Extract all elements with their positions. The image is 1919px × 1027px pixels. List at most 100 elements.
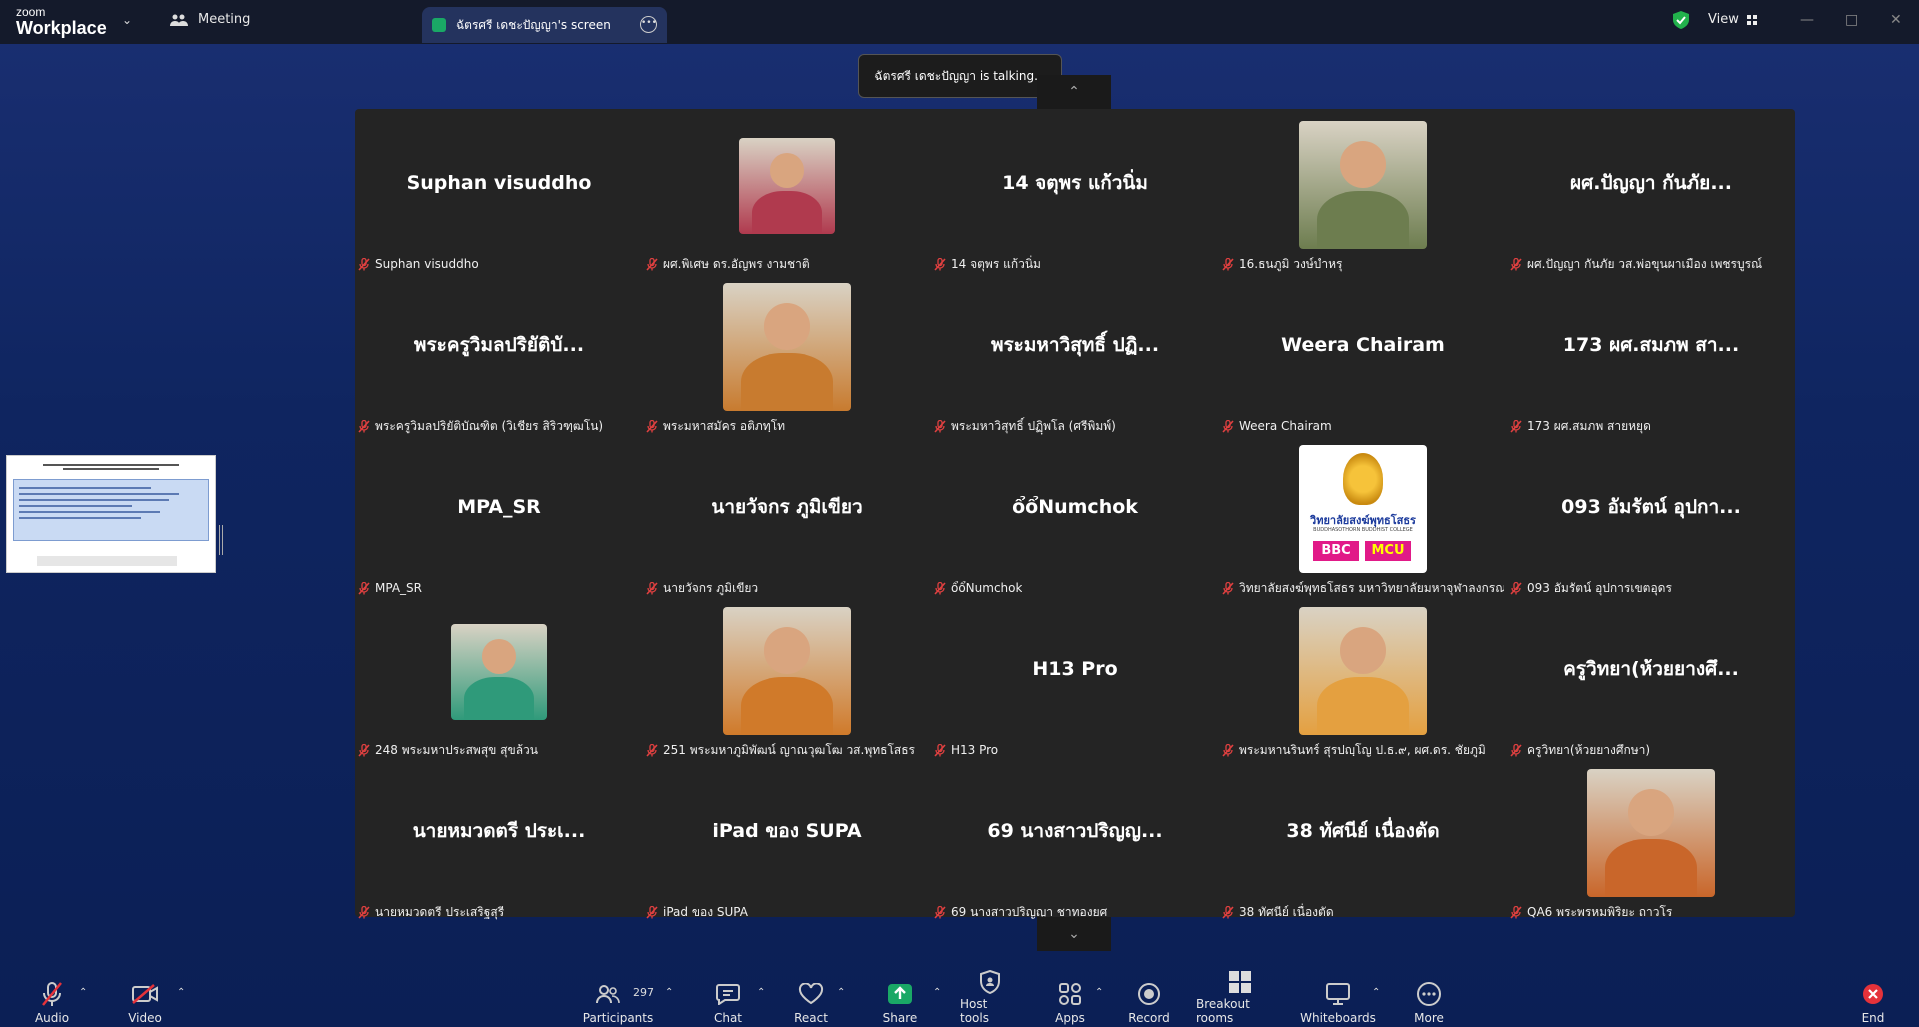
participant-name-label: MPA_SR [358, 579, 422, 597]
participant-name: 251 พระมหาภูมิพัฒน์ ญาณวุฒโฒ วส.พุทธโสธร [663, 742, 915, 757]
mic-muted-icon [934, 257, 946, 271]
participant-name-display: ผศ.ปัญญา กันภัย... [1570, 172, 1732, 194]
chevron-up-icon[interactable]: ⌃ [665, 987, 673, 998]
participant-name-label: นายวัจกร ภูมิเขียว [646, 579, 758, 597]
participant-name: iPad ของ SUPA [663, 904, 748, 919]
video-gallery: Suphan visuddho Suphan visuddho ผศ.พิเศษ ด… [355, 109, 1795, 919]
participant-tile[interactable]: 14 จตุพร แก้วนิ่ม 14 จตุพร แก้วนิ่ม [931, 113, 1219, 275]
mic-muted-icon [1222, 257, 1234, 271]
chevron-up-icon[interactable]: ⌃ [757, 987, 765, 998]
tab-shared-screen[interactable]: ฉัตรศรี เดชะปัญญา's screen ••• [422, 7, 667, 43]
resize-handle[interactable] [219, 525, 223, 555]
participant-tile[interactable]: 251 พระมหาภูมิพัฒน์ ญาณวุฒโฒ วส.พุทธโสธร [643, 599, 931, 761]
mic-muted-icon [1510, 905, 1522, 919]
react-button[interactable]: React [793, 970, 829, 1027]
participant-tile[interactable]: 093 อัมรัตน์ อุปกา... 093 อัมรัตน์ อุปการ… [1507, 437, 1795, 599]
grid-icon [1746, 14, 1757, 25]
mic-muted-icon [358, 257, 370, 271]
view-button[interactable]: View [1708, 12, 1757, 27]
mic-muted-icon [646, 257, 658, 271]
participant-tile[interactable]: พระมหาวิสุทธิ์ ปฏิ... พระมหาวิสุทธิ์ ปฏิฺ… [931, 275, 1219, 437]
chevron-up-icon[interactable]: ⌃ [837, 987, 845, 998]
participant-tile[interactable]: พระมหาสมัคร อติภทฺโท [643, 275, 931, 437]
participants-count: 297 [633, 986, 654, 999]
more-button[interactable]: More [1411, 970, 1447, 1027]
chevron-up-icon[interactable]: ⌃ [1372, 987, 1380, 998]
close-icon[interactable]: ✕ [1890, 12, 1902, 28]
participant-name-label: พระมหานรินทร์ สุรปญฺโญ ป.ธ.๙, ผศ.ดร. ชัย… [1222, 741, 1486, 759]
participant-tile[interactable]: QA6 พระพรหมพิริยะ ถาวโร [1507, 761, 1795, 923]
participant-tile[interactable]: Suphan visuddho Suphan visuddho [355, 113, 643, 275]
thumbnail-content-box [13, 479, 209, 541]
participant-name-label: 093 อัมรัตน์ อุปการเขตอุดร [1510, 579, 1672, 597]
participant-tile[interactable]: ผศ.ปัญญา กันภัย... ผศ.ปัญญา กันภัย วส.พ่อ… [1507, 113, 1795, 275]
breakout-label: Breakout rooms [1196, 997, 1250, 1025]
participant-tile[interactable]: ผศ.พิเศษ ดร.อัญพร งามชาติ [643, 113, 931, 275]
participant-tile[interactable]: 173 ผศ.สมภพ สา... 173 ผศ.สมภพ สายหยุด [1507, 275, 1795, 437]
mic-muted-icon [934, 581, 946, 595]
shared-screen-thumbnail[interactable] [6, 455, 216, 573]
end-button[interactable]: End [1861, 970, 1885, 1027]
participant-tile[interactable]: พระมหานรินทร์ สุรปญฺโญ ป.ธ.๙, ผศ.ดร. ชัย… [1219, 599, 1507, 761]
breakout-rooms-button[interactable]: Breakout rooms [1196, 970, 1284, 1027]
participant-tile[interactable]: นายหมวดตรี ประเ... นายหมวดตรี ประเสริฐสุร… [355, 761, 643, 923]
participant-tile[interactable]: MPA_SR MPA_SR [355, 437, 643, 599]
participant-tile[interactable]: วิทยาลัยสงฆ์พุทธโสธร BUDDHASOTHORN BUDDHI… [1219, 437, 1507, 599]
chevron-up-icon[interactable]: ⌃ [1095, 987, 1103, 998]
participant-tile[interactable]: พระครูวิมลปริยัติบั... พระครูวิมลปริยัติบ… [355, 275, 643, 437]
maximize-icon[interactable]: □ [1845, 12, 1858, 28]
participants-label: Participants [582, 1011, 654, 1025]
shield-icon [976, 970, 1004, 994]
participant-name: 248 พระมหาประสพสุข สุขล้วน [375, 742, 538, 757]
whiteboards-button[interactable]: Whiteboards [1300, 970, 1376, 1027]
participant-name-display: นายวัจกร ภูมิเขียว [711, 496, 863, 518]
participant-name: 14 จตุพร แก้วนิ่ม [951, 256, 1041, 271]
video-label: Video [128, 1011, 162, 1025]
chevron-up-icon[interactable]: ⌃ [933, 987, 941, 998]
record-button[interactable]: Record [1128, 970, 1170, 1027]
audio-button[interactable]: Audio [34, 970, 70, 1027]
meeting-toolbar: Audio ⌃ Video ⌃ Participants 297 ⌃ Chat … [0, 970, 1919, 1027]
thumbnail-title-bar [13, 464, 209, 474]
chevron-up-icon[interactable]: ⌃ [177, 987, 185, 998]
participant-tile[interactable]: 16.ธนภูมิ วงษ์บำหรุ [1219, 113, 1507, 275]
participant-tile[interactable]: 38 ทัศนีย์ เนื่องตัด 38 ทัศนีย์ เนื่องตัด [1219, 761, 1507, 923]
mic-muted-icon [1510, 581, 1522, 595]
mic-muted-icon [1222, 743, 1234, 757]
participant-tile[interactable]: Weera Chairam Weera Chairam [1219, 275, 1507, 437]
video-button[interactable]: Video [127, 970, 163, 1027]
encryption-shield-icon[interactable] [1673, 11, 1689, 29]
participant-name-display: นายหมวดตรี ประเ... [412, 820, 586, 842]
college-logo-badge-a: BBC [1313, 541, 1359, 561]
participant-tile[interactable]: นายวัจกร ภูมิเขียว นายวัจกร ภูมิเขียว [643, 437, 931, 599]
end-call-icon [1859, 980, 1887, 1008]
participant-tile[interactable]: iPad ของ SUPA iPad ของ SUPA [643, 761, 931, 923]
chevron-down-icon[interactable]: ⌄ [1037, 917, 1111, 951]
more-options-icon[interactable]: ••• [640, 16, 657, 33]
mic-muted-icon [358, 419, 370, 433]
participant-name: นายหมวดตรี ประเสริฐสุรี [375, 904, 505, 919]
tab-meeting[interactable]: Meeting [170, 12, 250, 27]
participant-name-label: 251 พระมหาภูมิพัฒน์ ญาณวุฒโฒ วส.พุทธโสธร [646, 741, 915, 759]
chat-button[interactable]: Chat [710, 970, 746, 1027]
participant-tile[interactable]: H13 Pro H13 Pro [931, 599, 1219, 761]
participant-name-label: Suphan visuddho [358, 255, 479, 273]
apps-button[interactable]: Apps [1052, 970, 1088, 1027]
share-button[interactable]: Share [882, 970, 918, 1027]
participant-name-label: นายหมวดตรี ประเสริฐสุรี [358, 903, 504, 921]
minimize-icon[interactable]: — [1800, 12, 1814, 28]
mic-muted-icon [1222, 581, 1234, 595]
participant-tile[interactable]: ổổNumchok ổổNumchok [931, 437, 1219, 599]
chevron-up-icon[interactable]: ⌃ [1037, 75, 1111, 109]
participant-name-display: 69 นางสาวปริญญ... [987, 820, 1163, 842]
chevron-up-icon[interactable]: ⌃ [79, 987, 87, 998]
participant-tile[interactable]: ครูวิทยา(ห้วยยางศึ... ครูวิทยา(ห้วยยางศึก… [1507, 599, 1795, 761]
participant-tile[interactable]: 248 พระมหาประสพสุข สุขล้วน [355, 599, 643, 761]
tab-screen-label: ฉัตรศรี เดชะปัญญา's screen [456, 17, 611, 32]
host-tools-button[interactable]: Host tools [960, 970, 1020, 1027]
zoom-logo[interactable]: zoom Workplace [16, 6, 107, 37]
participant-photo [723, 283, 851, 411]
view-label: View [1708, 12, 1739, 27]
chevron-down-icon[interactable]: ⌄ [122, 13, 132, 27]
participant-tile[interactable]: 69 นางสาวปริญญ... 69 นางสาวปริญญา ชาทองยศ [931, 761, 1219, 923]
